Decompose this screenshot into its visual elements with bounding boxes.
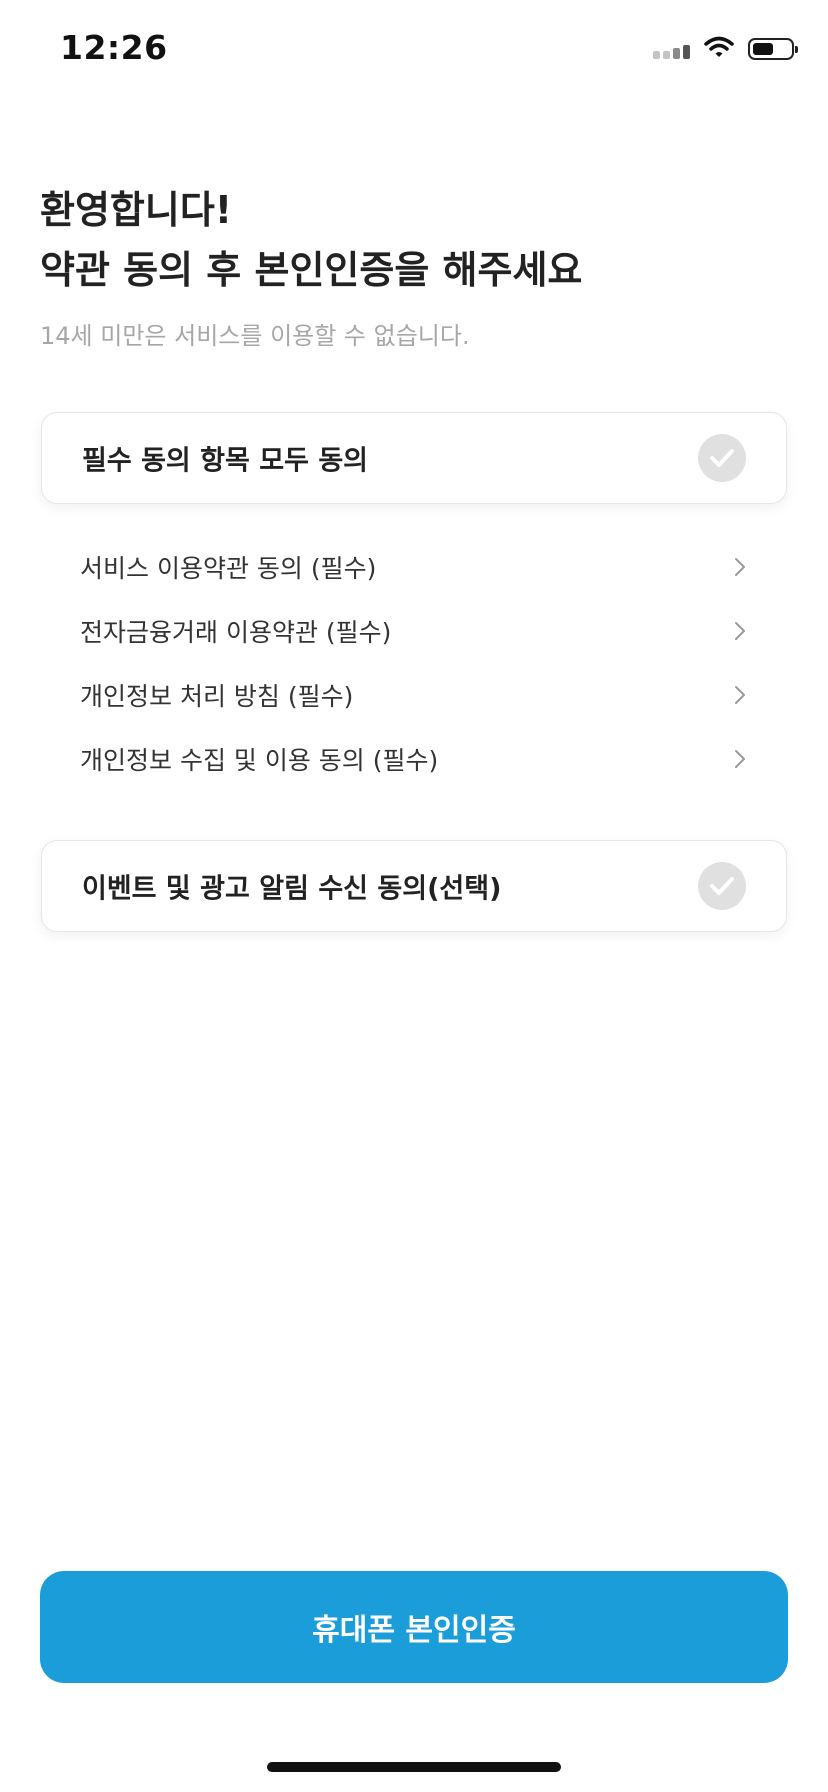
wifi-icon [704, 36, 734, 62]
term-label: 서비스 이용약관 동의 (필수) [80, 554, 377, 583]
term-data-collection[interactable]: 개인정보 수집 및 이용 동의 (필수) [80, 727, 748, 791]
terms-list: 서비스 이용약관 동의 (필수) 전자금융거래 이용약관 (필수) 개인정보 처… [80, 535, 748, 791]
page-title: 환영합니다! 약관 동의 후 본인인증을 해주세요 [40, 180, 582, 300]
title-line-1: 환영합니다! [40, 188, 233, 232]
check-icon[interactable] [698, 862, 746, 910]
battery-icon [748, 38, 798, 60]
chevron-right-icon [732, 748, 748, 770]
marketing-consent-label: 이벤트 및 광고 알림 수신 동의(선택) [82, 873, 502, 905]
phone-verification-button[interactable]: 휴대폰 본인인증 [40, 1571, 788, 1683]
chevron-right-icon [732, 684, 748, 706]
term-label: 개인정보 수집 및 이용 동의 (필수) [80, 746, 439, 775]
status-time: 12:26 [60, 28, 168, 67]
marketing-consent-toggle[interactable]: 이벤트 및 광고 알림 수신 동의(선택) [41, 840, 787, 932]
term-label: 개인정보 처리 방침 (필수) [80, 682, 354, 711]
term-electronic-finance[interactable]: 전자금융거래 이용약관 (필수) [80, 599, 748, 663]
agree-all-label: 필수 동의 항목 모두 동의 [82, 445, 368, 477]
term-label: 전자금융거래 이용약관 (필수) [80, 618, 392, 647]
chevron-right-icon [732, 620, 748, 642]
agree-all-toggle[interactable]: 필수 동의 항목 모두 동의 [41, 412, 787, 504]
check-icon[interactable] [698, 434, 746, 482]
status-bar: 12:26 [0, 0, 828, 100]
chevron-right-icon [732, 556, 748, 578]
signal-icon [653, 39, 690, 59]
term-service[interactable]: 서비스 이용약관 동의 (필수) [80, 535, 748, 599]
home-indicator[interactable] [267, 1762, 561, 1772]
title-line-2: 약관 동의 후 본인인증을 해주세요 [40, 248, 583, 292]
age-notice: 14세 미만은 서비스를 이용할 수 없습니다. [40, 322, 470, 350]
term-privacy-policy[interactable]: 개인정보 처리 방침 (필수) [80, 663, 748, 727]
status-icons [653, 36, 798, 62]
